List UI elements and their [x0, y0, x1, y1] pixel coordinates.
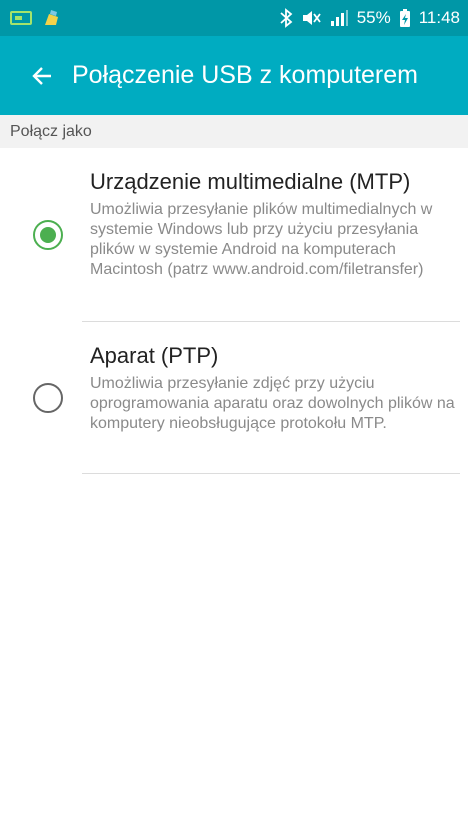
option-ptp[interactable]: Aparat (PTP) Umożliwia przesyłanie zdjęć… [0, 330, 468, 472]
app-bar: Połączenie USB z komputerem [0, 36, 468, 115]
option-mtp-title: Urządzenie multimedialne (MTP) [90, 169, 411, 194]
back-arrow-icon [31, 65, 53, 87]
mute-icon [301, 9, 321, 27]
section-header: Połącz jako [0, 115, 468, 148]
status-bar: 55% 11:48 [0, 0, 468, 36]
bluetooth-icon [279, 8, 293, 28]
radio-button-mtp[interactable] [33, 220, 63, 250]
option-ptp-text: Aparat (PTP) Umożliwia przesyłanie zdjęć… [90, 342, 458, 434]
battery-percent: 55% [356, 8, 391, 27]
signal-icon [329, 9, 349, 27]
status-right-icons: 55% 11:48 [279, 8, 460, 28]
radio-button-ptp[interactable] [33, 383, 63, 413]
divider [82, 473, 460, 474]
option-mtp[interactable]: Urządzenie multimedialne (MTP) Umożliwia… [0, 160, 468, 322]
option-ptp-title: Aparat (PTP) [90, 343, 219, 368]
option-ptp-description: Umożliwia przesyłanie zdjęć przy użyciu … [90, 375, 455, 432]
option-mtp-text: Urządzenie multimedialne (MTP) Umożliwia… [90, 168, 458, 280]
option-mtp-description: Umożliwia przesyłanie plików multimedial… [90, 201, 433, 278]
charging-battery-icon [399, 8, 411, 28]
page-title: Połączenie USB z komputerem [72, 61, 418, 89]
clock: 11:48 [418, 8, 460, 27]
screen-cast-icon [10, 10, 32, 26]
cleaning-brush-icon [42, 8, 62, 28]
divider [82, 321, 460, 322]
back-button[interactable] [14, 48, 70, 104]
status-left-icons [10, 8, 62, 28]
